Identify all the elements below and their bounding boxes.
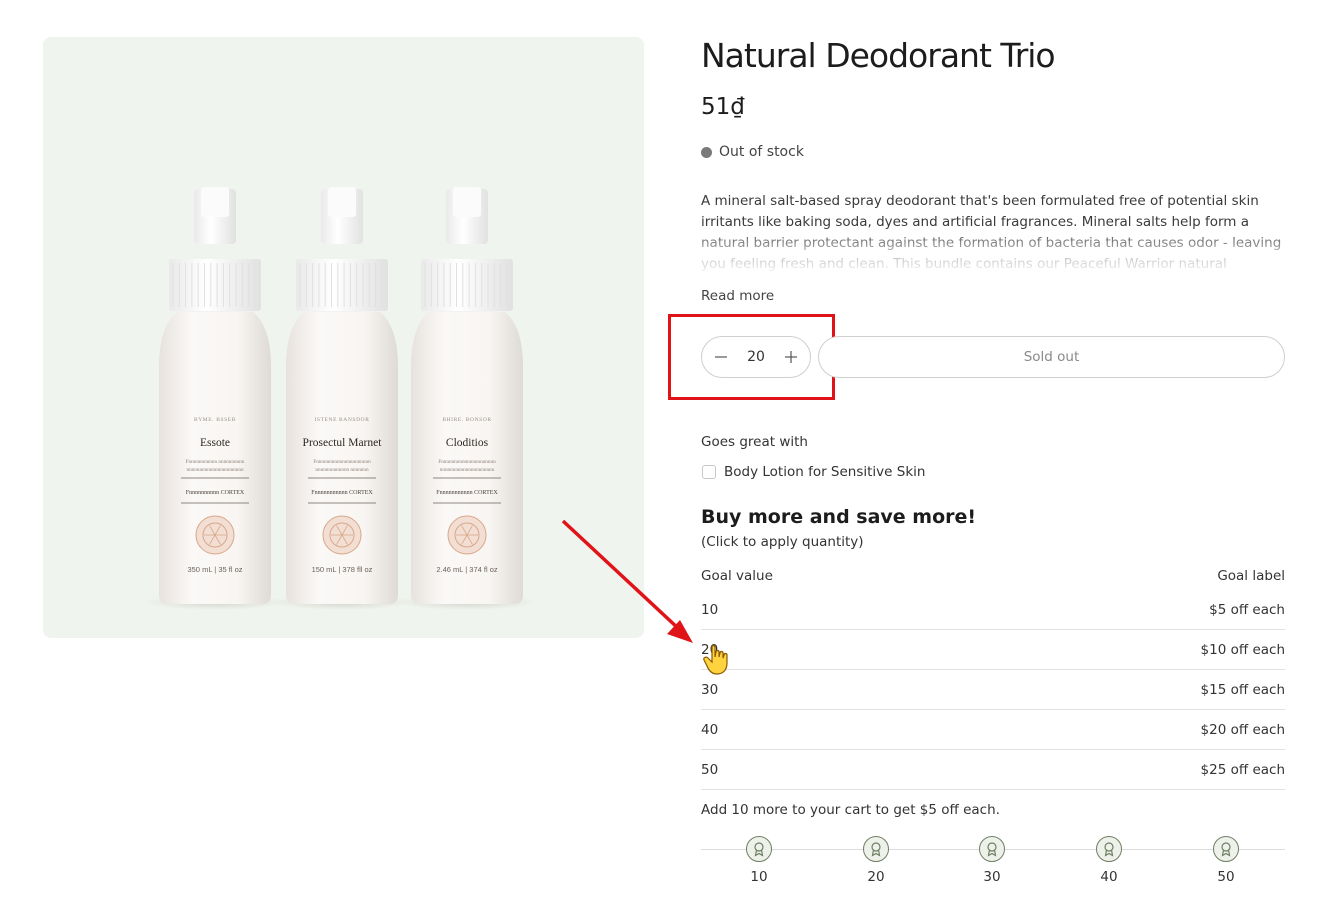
goal-value-header: Goal value [701,568,773,584]
svg-text:nnnnnnnnnnnnnnnnnnnnnn: nnnnnnnnnnnnnnnnnnnnnn [186,467,243,473]
discount-progress-bar: 10 20 30 40 50 [701,836,1285,886]
goal-value: 50 [701,761,719,778]
discount-row[interactable]: 30 $15 off each [701,670,1285,710]
product-photo: BYME. BSSEB Essote Fnnnnnnnnnnn nnnnnnnnnn… [145,187,537,610]
milestone: 50 [1201,836,1251,885]
status-dot-icon [701,146,712,158]
milestone: 20 [851,836,901,885]
svg-text:Fnnnnnnnnnnnnnnnnnnnnn: Fnnnnnnnnnnnnnnnnnnnnn [313,459,371,465]
product-description: A mineral salt-based spray deodorant tha… [701,193,1282,271]
svg-text:Cloditios: Cloditios [446,437,489,449]
award-icon [1096,836,1122,862]
svg-text:ISTENE BANSDOR: ISTENE BANSDOR [315,417,370,423]
svg-text:Fnnnnnnnnnnn CORTEX: Fnnnnnnnnnnn CORTEX [311,490,373,496]
svg-text:Fnnnnnnnnnnnnnnnnnnnnn: Fnnnnnnnnnnnnnnnnnnnnn [438,459,496,465]
discount-table-header: Goal value Goal label [701,568,1285,590]
svg-text:350 mL | 35 fl oz: 350 mL | 35 fl oz [187,565,242,574]
goal-value: 10 [701,601,719,618]
progress-message: Add 10 more to your cart to get $5 off e… [701,802,1000,818]
goal-label-header: Goal label [1217,568,1285,584]
svg-text:BHIRE. BONSOR: BHIRE. BONSOR [442,417,491,423]
svg-text:Prosectul Marnet: Prosectul Marnet [303,437,383,449]
discount-row[interactable]: 50 $25 off each [701,750,1285,790]
award-icon [746,836,772,862]
goal-label: $20 off each [1200,721,1285,738]
milestone-label: 10 [750,869,768,885]
milestone: 40 [1084,836,1134,885]
goal-label: $25 off each [1200,761,1285,778]
svg-text:Essote: Essote [200,437,230,449]
upsell-item-label: Body Lotion for Sensitive Skin [724,464,926,480]
milestone: 10 [734,836,784,885]
goal-label: $15 off each [1200,681,1285,698]
sold-out-button[interactable]: Sold out [818,336,1285,378]
read-more-link[interactable]: Read more [701,288,774,304]
goal-value: 40 [701,721,719,738]
upsell-item[interactable]: Body Lotion for Sensitive Skin [702,464,925,480]
svg-text:Fnnnnnnnnnnn CORTEX: Fnnnnnnnnnnn CORTEX [436,490,498,496]
volume-discount-title: Buy more and save more! [701,506,977,528]
goal-label: $5 off each [1209,601,1285,618]
goal-value: 30 [701,681,719,698]
milestone: 30 [967,836,1017,885]
discount-row[interactable]: 40 $20 off each [701,710,1285,750]
svg-text:Fnnnnnnnnnn CORTEX: Fnnnnnnnnnn CORTEX [186,490,245,496]
bottle: ISTENE BANSDOR Prosectul Marnet Fnnnnnnnnn… [272,187,412,610]
discount-row[interactable]: 10 $5 off each [701,590,1285,630]
svg-text:150 mL | 378 fll oz: 150 mL | 378 fll oz [312,565,373,574]
upsell-heading: Goes great with [701,434,808,450]
milestone-label: 50 [1217,869,1235,885]
product-title: Natural Deodorant Trio [701,36,1056,75]
discount-table: Goal value Goal label 10 $5 off each 20 … [701,568,1285,790]
bottle: BHIRE. BONSOR Cloditios Fnnnnnnnnnnnnnnnnn… [397,187,537,610]
svg-text:nnnnnnnnnnnnnnnnnnnnn: nnnnnnnnnnnnnnnnnnnnn [440,467,495,473]
product-image[interactable]: BYME. BSSEB Essote Fnnnnnnnnnnn nnnnnnnnnn… [43,37,644,638]
quantity-highlight-box [668,314,835,400]
discount-row[interactable]: 20 $10 off each [701,630,1285,670]
product-price: 51₫ [701,94,745,120]
milestone-label: 20 [867,869,885,885]
volume-discount-subtitle: (Click to apply quantity) [701,534,864,550]
svg-text:nnnnnnnnnnnnn nnnnnnn: nnnnnnnnnnnnn nnnnnnn [315,467,369,473]
award-icon [1213,836,1239,862]
milestone-label: 40 [1100,869,1118,885]
goal-label: $10 off each [1200,641,1285,658]
stock-status-label: Out of stock [719,144,804,160]
award-icon [979,836,1005,862]
svg-text:BYME. BSSEB: BYME. BSSEB [194,417,236,423]
stock-status: Out of stock [701,144,804,160]
svg-text:2.46 mL | 374 fl oz: 2.46 mL | 374 fl oz [436,565,498,574]
upsell-checkbox[interactable] [702,465,716,479]
award-icon [863,836,889,862]
goal-value: 20 [701,641,719,658]
svg-text:Fnnnnnnnnnnn nnnnnnnnnn: Fnnnnnnnnnnn nnnnnnnnnn [186,459,245,465]
milestone-label: 30 [983,869,1001,885]
bottle: BYME. BSSEB Essote Fnnnnnnnnnnn nnnnnnnnnn… [145,187,285,610]
